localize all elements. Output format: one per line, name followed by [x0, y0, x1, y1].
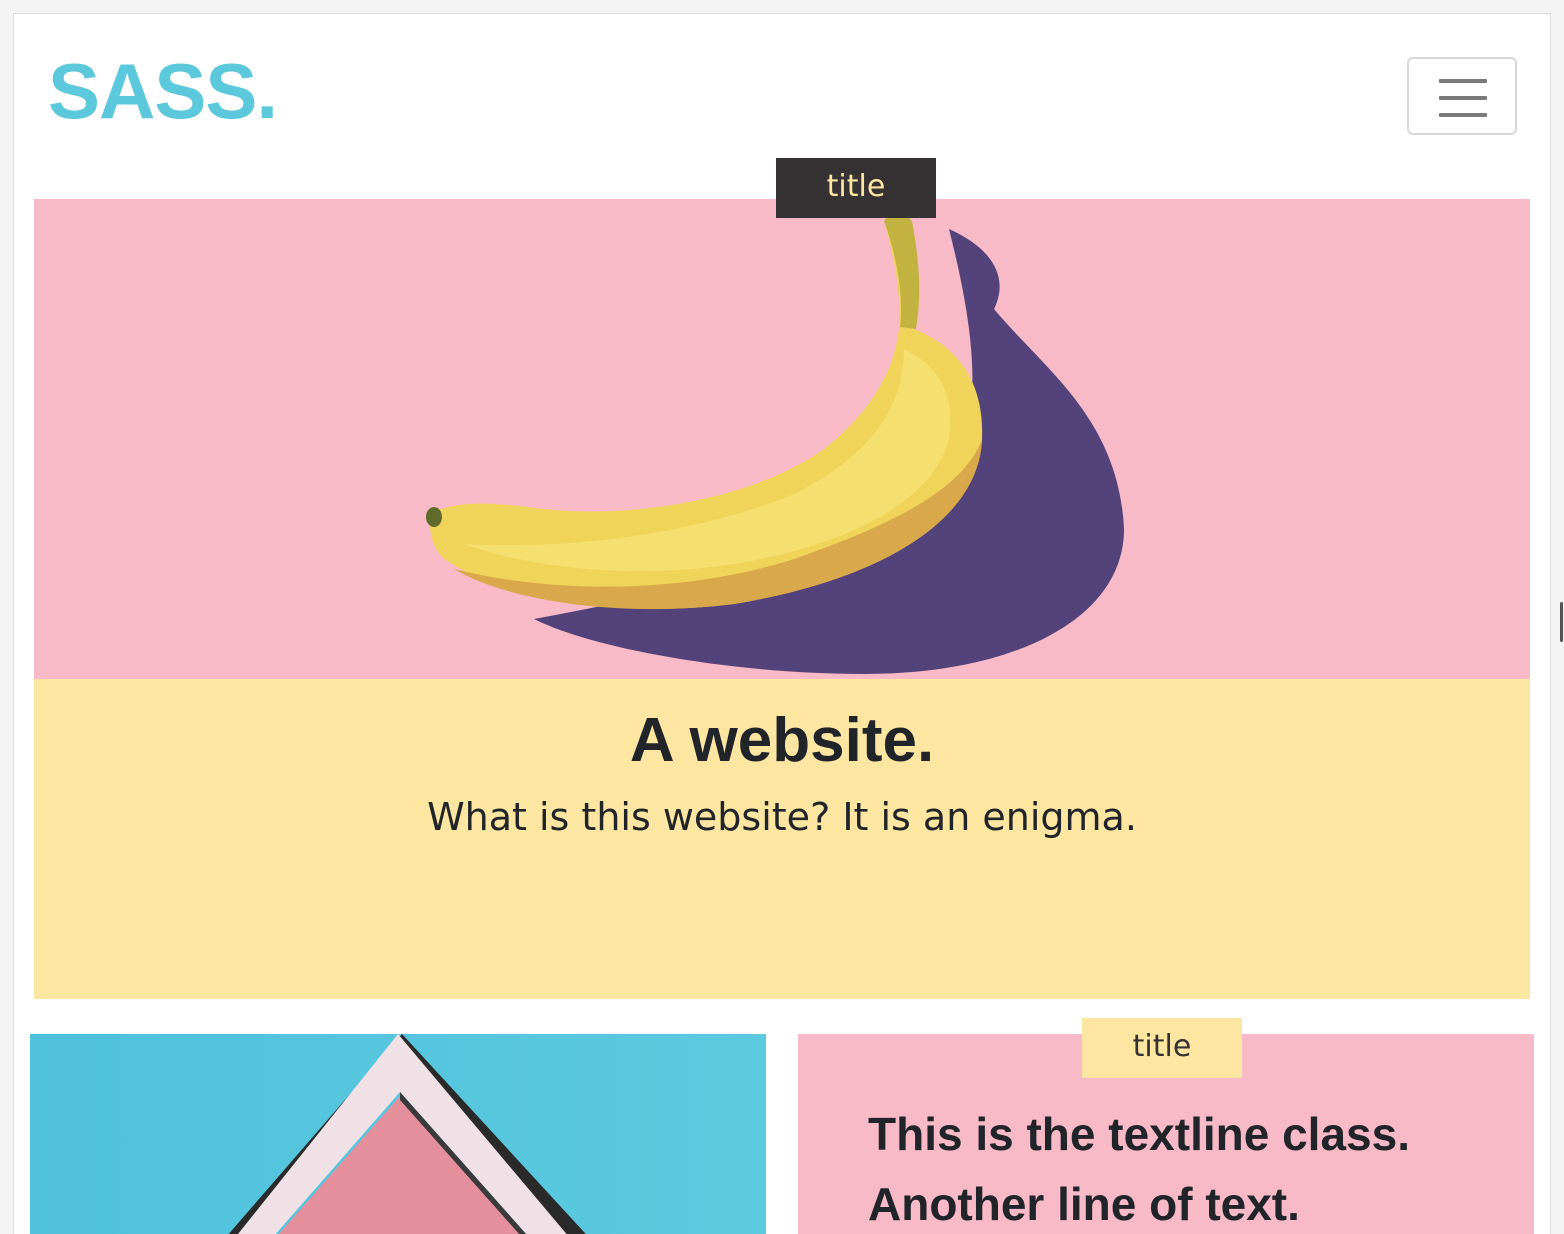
card-title-tab: title: [1082, 1018, 1242, 1078]
roof-image: [30, 1034, 766, 1234]
textline-2: Another line of text.: [868, 1178, 1300, 1230]
hero-text-panel: A website. What is this website? It is a…: [34, 679, 1530, 999]
page-container: SASS. A website. What is this website? I…: [13, 13, 1551, 1234]
brand-logo[interactable]: SASS.: [48, 46, 278, 136]
hero-image: [34, 199, 1530, 679]
banana-image: [426, 213, 1124, 674]
navbar-toggle-button[interactable]: [1407, 57, 1517, 135]
hero-section: A website. What is this website? It is a…: [34, 199, 1530, 999]
hero-title-tab: title: [776, 158, 936, 218]
textline-1: This is the textline class.: [868, 1108, 1410, 1160]
hero-heading: A website.: [629, 706, 935, 775]
hero-subheading: What is this website? It is an enigma.: [427, 795, 1137, 839]
left-card-image: [30, 1034, 766, 1234]
scrollbar-thumb[interactable]: [1560, 602, 1563, 642]
